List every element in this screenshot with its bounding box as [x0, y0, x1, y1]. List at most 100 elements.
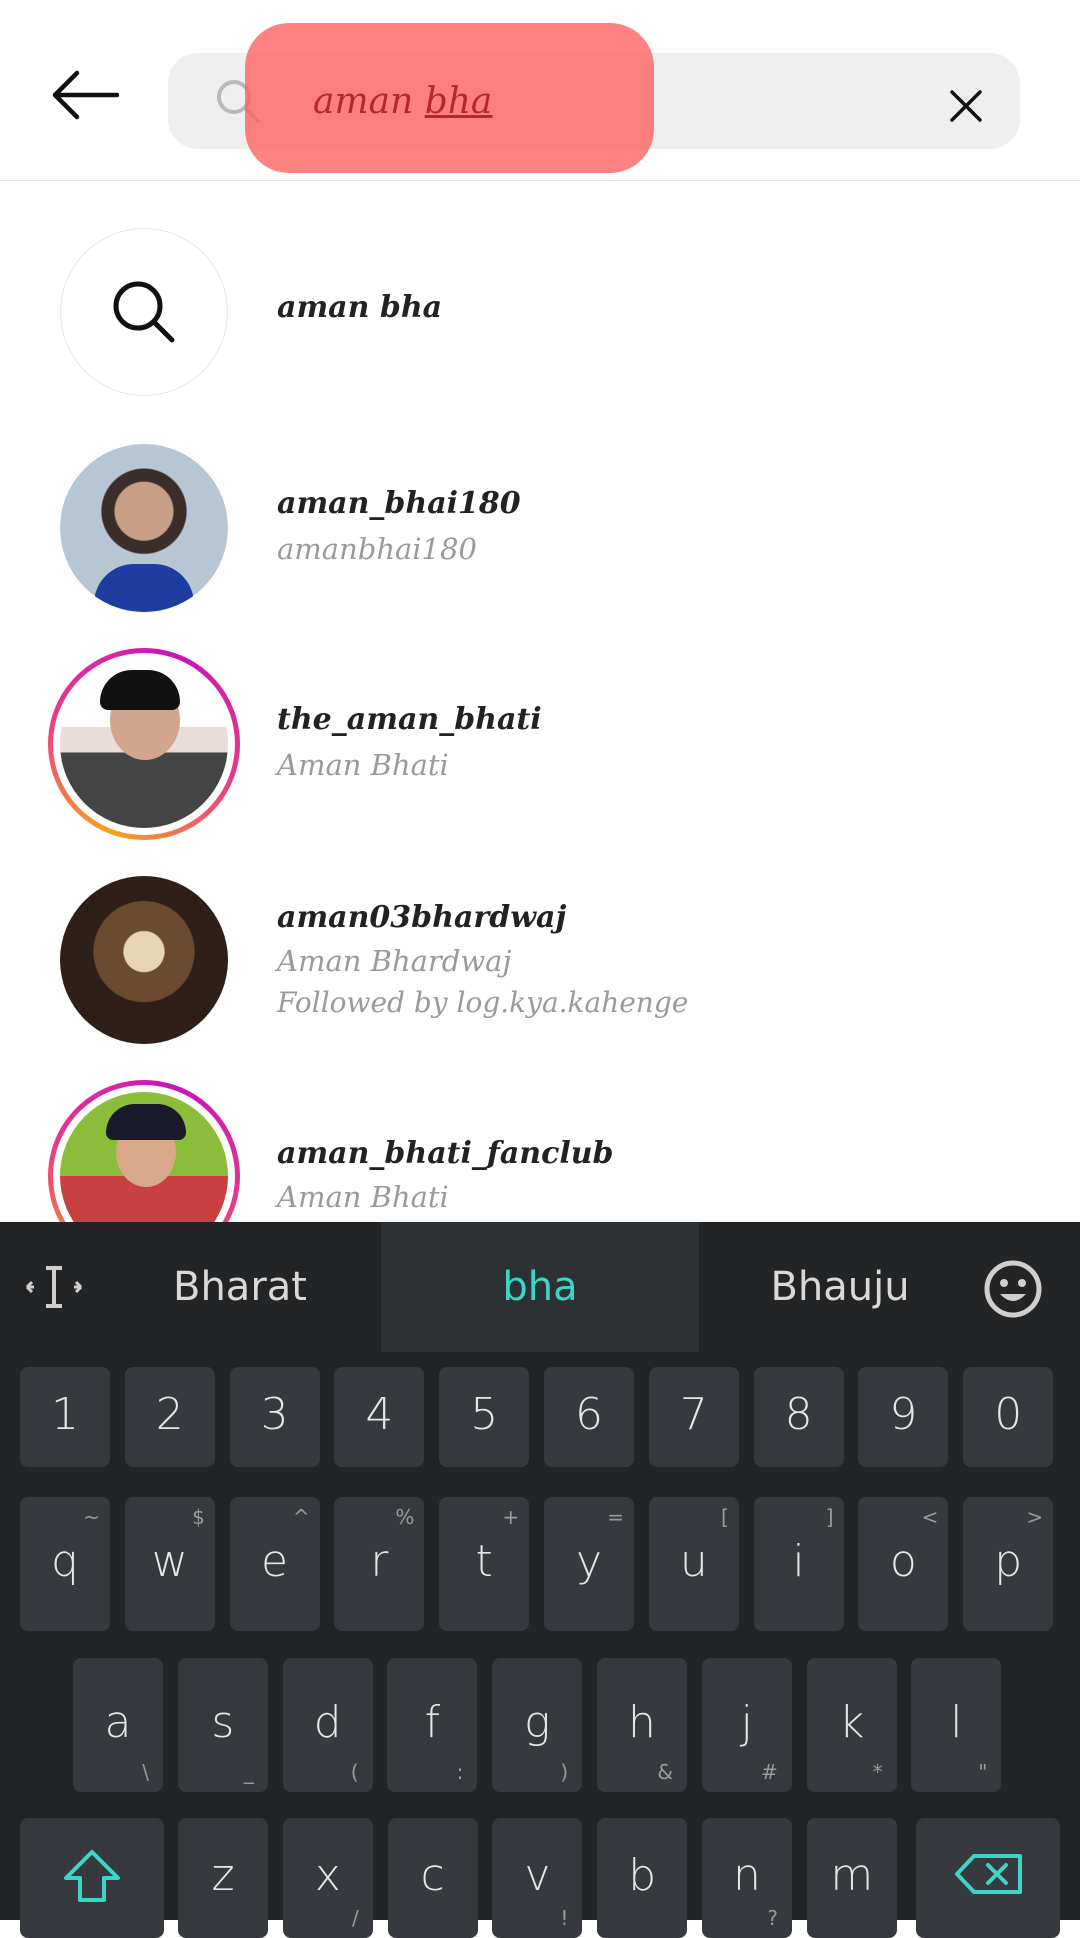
key-5[interactable]: 5 — [439, 1367, 530, 1467]
full-name: Aman Bhardwaj — [277, 944, 512, 978]
key-alt-label: $ — [192, 1505, 205, 1529]
backspace-key[interactable] — [916, 1818, 1060, 1938]
avatar — [60, 660, 228, 828]
key-alt-label: \ — [142, 1760, 149, 1784]
key-alt-label: ( — [350, 1760, 359, 1784]
key-label: y — [575, 1536, 603, 1587]
key-label: z — [211, 1850, 235, 1901]
username: aman_bhati_fanclub — [277, 1136, 614, 1171]
key-m[interactable]: m — [806, 1818, 897, 1938]
key-label: x — [314, 1850, 341, 1901]
key-n[interactable]: n? — [702, 1818, 792, 1938]
list-item[interactable]: aman_bhati_fanclub Aman Bhati — [0, 1080, 1080, 1222]
key-6[interactable]: 6 — [544, 1367, 634, 1467]
search-header: aman bha — [0, 0, 1080, 181]
key-2[interactable]: 2 — [124, 1367, 215, 1467]
key-1[interactable]: 1 — [20, 1367, 110, 1467]
key-x[interactable]: x / — [282, 1818, 373, 1938]
key-c[interactable]: c — [387, 1818, 478, 1938]
key-label: g — [523, 1697, 551, 1748]
key-0[interactable]: 0 — [963, 1367, 1054, 1467]
key-alt-label: [ — [720, 1505, 729, 1529]
key-label: 9 — [889, 1389, 918, 1440]
key-label: 1 — [51, 1389, 79, 1440]
key-9[interactable]: 9 — [858, 1367, 949, 1467]
key-d[interactable]: d( — [282, 1658, 373, 1792]
key-t[interactable]: t + — [439, 1497, 530, 1631]
key-label: 4 — [365, 1389, 394, 1440]
backspace-icon — [955, 1854, 1022, 1894]
key-7[interactable]: 7 — [648, 1367, 739, 1467]
key-alt-label: ~ — [83, 1505, 100, 1529]
key-label: l — [950, 1697, 963, 1748]
shift-icon — [64, 1850, 120, 1902]
key-label: 5 — [470, 1389, 499, 1440]
key-alt-label: & — [657, 1760, 673, 1784]
key-label: n — [733, 1850, 761, 1901]
key-v[interactable]: v! — [492, 1818, 583, 1938]
key-label: 8 — [784, 1389, 813, 1440]
key-alt-label: = — [607, 1505, 624, 1529]
keyboard: Bharat bha Bhauju 1 2 3 4 5 6 7 8 9 0 q ~ w $ e ^ r% t + y =… — [0, 1222, 1080, 1938]
key-3[interactable]: 3 — [229, 1367, 320, 1467]
key-alt-label: + — [502, 1505, 520, 1529]
clear-search-icon[interactable] — [940, 80, 992, 132]
list-item[interactable]: the_aman_bhati Aman Bhati — [0, 648, 1080, 840]
list-item[interactable]: aman_bhai180 amanbhai180 — [0, 444, 1080, 612]
cursor-control-icon[interactable] — [24, 1262, 84, 1312]
key-k[interactable]: k * — [806, 1658, 897, 1792]
key-r[interactable]: r% — [334, 1497, 425, 1631]
key-z[interactable]: z — [178, 1818, 268, 1938]
search-query-composing: bha — [424, 81, 493, 122]
key-alt-label: : — [456, 1760, 464, 1784]
key-alt-label: ] — [825, 1505, 834, 1529]
key-alt-label: ) — [560, 1760, 569, 1784]
key-a[interactable]: a \ — [73, 1658, 163, 1792]
back-arrow-icon[interactable] — [40, 60, 130, 130]
key-i[interactable]: i] — [753, 1497, 844, 1631]
key-alt-label: * — [872, 1760, 883, 1784]
key-label: i — [792, 1536, 805, 1587]
suggestion-word[interactable]: Bhauju — [740, 1222, 940, 1352]
key-s[interactable]: s _ — [177, 1658, 268, 1792]
key-label: h — [628, 1697, 656, 1748]
key-label: p — [994, 1536, 1023, 1587]
key-e[interactable]: e ^ — [229, 1497, 320, 1631]
key-w[interactable]: w $ — [124, 1497, 215, 1631]
key-g[interactable]: g) — [492, 1658, 583, 1792]
key-h[interactable]: h & — [597, 1658, 687, 1792]
key-alt-label: > — [1026, 1505, 1044, 1529]
key-q[interactable]: q ~ — [20, 1497, 110, 1631]
key-4[interactable]: 4 — [334, 1367, 425, 1467]
shift-key[interactable] — [20, 1818, 164, 1938]
key-j[interactable]: j # — [701, 1658, 792, 1792]
emoji-icon[interactable] — [984, 1260, 1042, 1318]
key-label: f — [424, 1697, 441, 1748]
suggestion-word[interactable]: Bharat — [140, 1222, 340, 1352]
suggestion-label: aman bha — [277, 290, 443, 325]
username: aman03bhardwaj — [277, 900, 567, 935]
key-8[interactable]: 8 — [753, 1367, 844, 1467]
key-label: q — [51, 1536, 79, 1587]
key-label: 0 — [994, 1389, 1023, 1440]
key-f[interactable]: f: — [387, 1658, 478, 1792]
story-ring — [48, 648, 240, 840]
key-alt-label: _ — [243, 1760, 254, 1784]
keyword-search-suggestion[interactable]: aman bha — [0, 228, 1080, 396]
key-o[interactable]: o < — [858, 1497, 949, 1631]
key-label: w — [151, 1536, 188, 1587]
key-label: c — [420, 1850, 445, 1901]
key-alt-label: / — [352, 1906, 359, 1930]
key-u[interactable]: u[ — [648, 1497, 739, 1631]
search-input[interactable]: aman bha — [313, 78, 492, 126]
key-label: 3 — [260, 1389, 289, 1440]
key-y[interactable]: y = — [544, 1497, 634, 1631]
key-label: a — [104, 1697, 132, 1748]
key-p[interactable]: p > — [963, 1497, 1054, 1631]
full-name: amanbhai180 — [277, 532, 477, 566]
list-item[interactable]: aman03bhardwaj Aman Bhardwaj Followed by… — [0, 876, 1080, 1044]
key-l[interactable]: l " — [911, 1658, 1002, 1792]
suggestion-word-active[interactable]: bha — [381, 1222, 699, 1352]
key-b[interactable]: b — [597, 1818, 688, 1938]
key-label: m — [830, 1850, 874, 1901]
